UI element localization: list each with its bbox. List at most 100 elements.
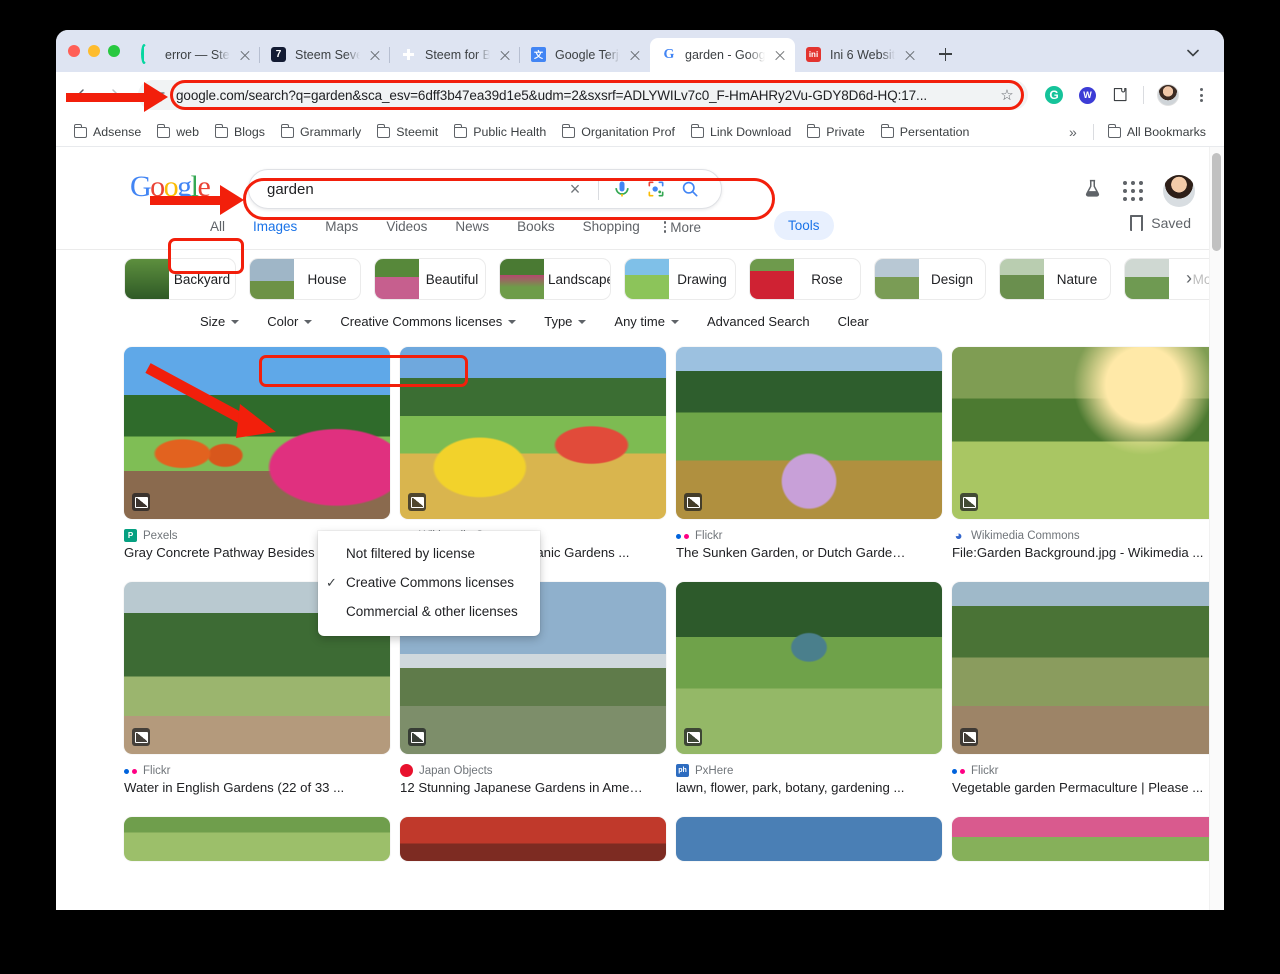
google-lens-icon[interactable] — [639, 179, 673, 199]
more-verticals-button[interactable]: More — [654, 220, 701, 235]
extensions-puzzle-icon[interactable] — [1110, 85, 1130, 105]
browser-tab-steem-seven[interactable]: 7 Steem Seven — [260, 38, 390, 72]
result-title[interactable]: File:Garden Background.jpg - Wikimedia .… — [952, 544, 1209, 562]
tab-videos[interactable]: Videos — [372, 213, 441, 241]
result-thumbnail[interactable] — [952, 347, 1209, 519]
browser-tab-steemit-error[interactable]: error — Steemit — [130, 38, 260, 72]
image-result[interactable] — [676, 817, 952, 877]
bookmark-grammarly[interactable]: Grammarly — [273, 122, 369, 142]
page-info-icon[interactable] — [150, 89, 166, 102]
image-result[interactable] — [124, 817, 400, 877]
usage-rights-dropdown-menu[interactable]: Not filtered by license ✓ Creative Commo… — [318, 531, 540, 636]
bookmark-link-download[interactable]: Link Download — [683, 122, 799, 142]
chip-house[interactable]: House — [249, 258, 361, 300]
google-account-avatar[interactable] — [1163, 175, 1195, 207]
bookmark-star-icon[interactable]: ☆ — [998, 86, 1016, 104]
result-title[interactable]: Vegetable garden Permaculture | Please .… — [952, 779, 1209, 797]
result-thumbnail[interactable] — [124, 347, 390, 519]
tab-images[interactable]: Images — [239, 213, 311, 241]
chip-nature[interactable]: Nature — [999, 258, 1111, 300]
tab-books[interactable]: Books — [503, 213, 569, 241]
filter-type[interactable]: Type — [530, 310, 600, 333]
result-thumbnail[interactable] — [400, 817, 666, 861]
chip-beautiful[interactable]: Beautiful — [374, 258, 486, 300]
chip-rose[interactable]: Rose — [749, 258, 861, 300]
saved-button[interactable]: Saved — [1130, 215, 1191, 237]
close-window-button[interactable] — [68, 45, 80, 57]
result-thumbnail[interactable] — [952, 817, 1209, 861]
wallet-extension-icon[interactable]: W — [1077, 85, 1097, 105]
minimize-window-button[interactable] — [88, 45, 100, 57]
new-tab-button[interactable] — [931, 40, 959, 68]
tab-shopping[interactable]: Shopping — [569, 213, 654, 241]
google-apps-grid-icon[interactable] — [1123, 181, 1143, 201]
search-icon[interactable] — [673, 179, 707, 199]
browser-tab-garden-google-search[interactable]: G garden - Google S — [650, 38, 795, 72]
filter-time[interactable]: Any time — [600, 310, 693, 333]
address-bar[interactable]: google.com/search?q=garden&sca_esv=6dff3… — [138, 80, 1028, 110]
filter-size[interactable]: Size — [186, 310, 253, 333]
grammarly-extension-icon[interactable]: G — [1044, 85, 1064, 105]
result-title[interactable]: lawn, flower, park, botany, gardening ..… — [676, 779, 952, 797]
bookmark-blogs[interactable]: Blogs — [207, 122, 273, 142]
clear-filters-link[interactable]: Clear — [824, 310, 883, 333]
result-thumbnail[interactable] — [400, 347, 666, 519]
close-tab-icon[interactable] — [238, 48, 252, 62]
image-result[interactable]: Flickr Vegetable garden Permaculture | P… — [952, 582, 1209, 817]
all-bookmarks-button[interactable]: All Bookmarks — [1100, 122, 1214, 142]
tab-search-chevron-down-icon[interactable] — [1180, 40, 1206, 66]
microphone-icon[interactable] — [605, 179, 639, 199]
image-result[interactable]: ◕ Wikimedia Commons File:Garden Backgroun… — [952, 347, 1209, 582]
close-tab-icon[interactable] — [773, 48, 787, 62]
bookmark-organitation-prof[interactable]: Organitation Prof — [554, 122, 683, 142]
chip-drawing[interactable]: Drawing — [624, 258, 736, 300]
image-result[interactable] — [400, 817, 676, 877]
bookmarks-overflow-icon[interactable]: » — [1059, 124, 1087, 140]
page-scrollbar[interactable] — [1209, 147, 1224, 910]
browser-tab-steem-better[interactable]: Steem for Better L — [390, 38, 520, 72]
close-tab-icon[interactable] — [628, 48, 642, 62]
result-thumbnail[interactable] — [676, 347, 942, 519]
chips-next-chevron-right-icon[interactable]: › — [1175, 264, 1203, 292]
bookmark-steemit[interactable]: Steemit — [369, 122, 446, 142]
dropdown-item-creative-commons[interactable]: ✓ Creative Commons licenses — [318, 568, 540, 597]
maximize-window-button[interactable] — [108, 45, 120, 57]
tools-button[interactable]: Tools — [774, 211, 834, 240]
result-thumbnail[interactable] — [676, 817, 942, 861]
chip-landscape[interactable]: Landscape — [499, 258, 611, 300]
google-logo[interactable]: Google — [130, 170, 211, 204]
image-result[interactable]: Flickr The Sunken Garden, or Dutch Garde… — [676, 347, 952, 582]
profile-avatar[interactable] — [1157, 84, 1179, 106]
dropdown-item-commercial[interactable]: Commercial & other licenses — [318, 597, 540, 626]
forward-button[interactable] — [98, 81, 126, 109]
dropdown-item-not-filtered[interactable]: Not filtered by license — [318, 539, 540, 568]
close-tab-icon[interactable] — [368, 48, 382, 62]
result-title[interactable]: Water in English Gardens (22 of 33 ... — [124, 779, 400, 797]
result-thumbnail[interactable] — [124, 817, 390, 861]
close-tab-icon[interactable] — [498, 48, 512, 62]
scrollbar-thumb[interactable] — [1212, 153, 1221, 251]
search-query-text[interactable]: garden — [267, 181, 558, 198]
image-result[interactable] — [952, 817, 1209, 877]
result-title[interactable]: 12 Stunning Japanese Gardens in Ame… — [400, 779, 676, 797]
filter-usage-rights[interactable]: Creative Commons licenses — [326, 310, 530, 333]
browser-tab-ini-website[interactable]: ini Ini 6 Website Pen — [795, 38, 925, 72]
tab-news[interactable]: News — [441, 213, 503, 241]
result-thumbnail[interactable] — [952, 582, 1209, 754]
tab-all[interactable]: All — [196, 213, 239, 241]
bookmark-public-health[interactable]: Public Health — [446, 122, 554, 142]
filter-color[interactable]: Color — [253, 310, 326, 333]
kebab-menu-icon[interactable] — [1192, 88, 1210, 102]
advanced-search-link[interactable]: Advanced Search — [693, 310, 824, 333]
chip-backyard[interactable]: Backyard — [124, 258, 236, 300]
clear-search-icon[interactable]: × — [558, 179, 592, 200]
bookmark-adsense[interactable]: Adsense — [66, 122, 149, 142]
bookmark-web[interactable]: web — [149, 122, 207, 142]
labs-flask-icon[interactable] — [1082, 178, 1103, 204]
back-button[interactable] — [70, 81, 98, 109]
close-tab-icon[interactable] — [903, 48, 917, 62]
chip-design[interactable]: Design — [874, 258, 986, 300]
bookmark-private[interactable]: Private — [799, 122, 873, 142]
result-title[interactable]: The Sunken Garden, or Dutch Garde… — [676, 544, 952, 562]
bookmark-persentation[interactable]: Persentation — [873, 122, 978, 142]
